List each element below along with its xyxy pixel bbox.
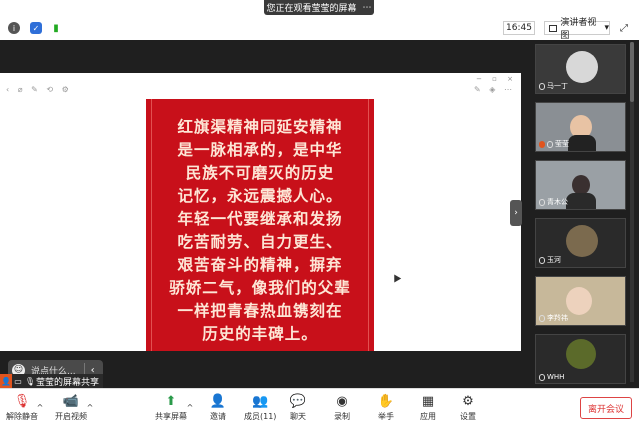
mic-icon [539, 314, 545, 322]
raise-hand-button[interactable]: ✋ 举手 [377, 393, 395, 422]
raise-hand-label: 举手 [378, 412, 394, 421]
start-video-button[interactable]: 📹 开启视频 [55, 393, 87, 422]
members-button[interactable]: 👥 成员(11) [244, 393, 276, 422]
screen-icon: ▭ [14, 376, 22, 386]
screen-share-banner[interactable]: 您正在观看莹莹的屏幕 ⋯ [264, 0, 374, 15]
apps-button[interactable]: ▦ 应用 [419, 393, 437, 422]
avatar [566, 287, 592, 315]
participant-tile[interactable]: 青木公 [535, 160, 626, 210]
gear-icon: ⚙ [462, 393, 474, 409]
mic-muted-icon: 🎙 [24, 376, 36, 386]
invite-button[interactable]: 👤 邀请 [209, 393, 227, 422]
chevron-up-icon: ^ [186, 403, 194, 412]
avatar [566, 51, 598, 83]
share-screen-icon: ⬆ [165, 393, 177, 409]
apps-label: 应用 [420, 412, 436, 421]
poster-line: 民族不可磨灭的历史 [185, 164, 335, 182]
avatar [568, 135, 596, 151]
apps-icon: ▦ [421, 393, 435, 409]
participant-name: 李羚祎 [539, 313, 568, 323]
share-screen-button[interactable]: ⬆ 共享屏幕 [155, 393, 187, 422]
camera-off-icon: 📹 [62, 393, 80, 409]
poster-line: 记忆，永远震撼人心。 [177, 187, 343, 205]
settings-button[interactable]: ⚙ 设置 [459, 393, 477, 422]
unmute-button[interactable]: 🎙 解除静音 [6, 393, 38, 422]
poster-line: 吃苦耐劳、自力更生、 [177, 233, 343, 251]
unmute-label: 解除静音 [6, 412, 38, 421]
add-user-icon: 👤 [209, 393, 227, 409]
participant-name: 青木公 [539, 197, 568, 207]
settings-label: 设置 [460, 412, 476, 421]
poster-line: 年轻一代要继承和发扬 [177, 210, 343, 228]
scrollbar-thumb[interactable] [630, 42, 634, 102]
poster-line: 是一脉相承的，是中华 [177, 141, 343, 159]
mic-icon [539, 373, 545, 381]
avatar [566, 225, 598, 257]
chevron-up-icon: ^ [36, 403, 44, 412]
user-icon: 👤 [0, 374, 12, 388]
poster-line: 艰苦奋斗的精神，摒弃 [177, 256, 343, 274]
participant-tile[interactable]: 玉河 [535, 218, 626, 268]
doc-toolbar-right[interactable]: ✎ ◈ ⋯ [474, 85, 515, 94]
leave-meeting-button[interactable]: 离开会议 [580, 397, 632, 419]
avatar [566, 193, 596, 209]
participant-tile[interactable]: WHH [535, 334, 626, 384]
record-label: 录制 [334, 412, 350, 421]
participant-tile[interactable]: 李羚祎 [535, 276, 626, 326]
doc-toolbar-left[interactable]: ‹ ⌀ ✎ ⟲ ⚙ [6, 85, 72, 94]
window-controls[interactable]: − ▫ × [476, 75, 517, 83]
poster-line: 一样把青春热血镌刻在 [177, 302, 343, 320]
speaker-view-button[interactable]: 演讲者视图 ▾ [544, 18, 610, 41]
view-label: 演讲者视图 [560, 18, 597, 41]
meeting-window: 您正在观看莹莹的屏幕 ⋯ i ✓ ▮ 16:45 演讲者视图 ▾ ⤢ − ▫ ×… [0, 0, 639, 428]
more-icon[interactable]: ⋯ [363, 3, 372, 13]
participant-name: WHH [539, 373, 564, 381]
share-screen-label: 共享屏幕 [155, 412, 187, 421]
view-layout-icon [549, 24, 558, 32]
meeting-timer: 16:45 [503, 21, 535, 35]
members-label: 成员(11) [244, 412, 277, 421]
participant-name: 马一丁 [539, 81, 568, 91]
chat-icon: 💬 [289, 393, 307, 409]
poster-line: 红旗渠精神同延安精神 [177, 118, 343, 136]
mic-icon [547, 140, 553, 148]
start-video-label: 开启视频 [55, 412, 87, 421]
invite-label: 邀请 [210, 412, 226, 421]
mic-muted-icon: 🎙 [13, 393, 31, 409]
members-icon: 👥 [252, 393, 269, 409]
poster-line: 历史的丰碑上。 [202, 325, 318, 343]
avatar [566, 339, 596, 369]
participant-name: 莹莹 [539, 139, 569, 149]
chat-button[interactable]: 💬 聊天 [289, 393, 307, 422]
mic-icon [539, 256, 545, 264]
chat-label: 聊天 [290, 412, 306, 421]
banner-text: 您正在观看莹莹的屏幕 [266, 4, 357, 14]
participant-tile[interactable]: 马一丁 [535, 44, 626, 94]
poster-line: 骄娇二气，像我们的父辈 [169, 279, 351, 297]
participant-tile[interactable]: 莹莹 [535, 102, 626, 152]
signal-icon[interactable]: ▮ [50, 22, 62, 34]
info-icon[interactable]: i [8, 22, 20, 34]
self-share-label: 👤 ▭ 🎙 莹莹的屏幕共享 [0, 374, 104, 388]
participant-name: 玉河 [539, 255, 561, 265]
record-button[interactable]: ◉ 录制 [333, 393, 351, 422]
user-icon [539, 140, 545, 148]
shield-icon[interactable]: ✓ [30, 22, 42, 34]
fullscreen-icon[interactable]: ⤢ [620, 23, 628, 34]
red-poster: 红旗渠精神同延安精神 是一脉相承的，是中华 民族不可磨灭的历史 记忆，永远震撼人… [146, 99, 374, 351]
record-icon: ◉ [336, 393, 348, 409]
mouse-cursor [390, 272, 402, 283]
mic-icon [539, 198, 545, 206]
hand-icon: ✋ [377, 393, 395, 409]
chevron-down-icon: ▾ [604, 23, 609, 33]
avatar [572, 175, 590, 195]
collapse-panel-button[interactable]: › [510, 200, 522, 226]
bottom-toolbar: 🎙 解除静音 ^ 📹 开启视频 ^ ⬆ 共享屏幕 ^ 👤 邀请 👥 成员(11)… [0, 388, 639, 428]
shared-document: − ▫ × ‹ ⌀ ✎ ⟲ ⚙ ✎ ◈ ⋯ 红旗渠精神同延安精神 是一脉相承的，… [0, 73, 521, 351]
top-status-bar: i ✓ ▮ 16:45 演讲者视图 ▾ ⤢ [0, 15, 639, 41]
chevron-up-icon: ^ [86, 403, 94, 412]
self-share-text: 莹莹的屏幕共享 [36, 377, 100, 388]
shared-screen-stage: − ▫ × ‹ ⌀ ✎ ⟲ ⚙ ✎ ◈ ⋯ 红旗渠精神同延安精神 是一脉相承的，… [0, 40, 530, 388]
mic-icon [539, 82, 545, 90]
